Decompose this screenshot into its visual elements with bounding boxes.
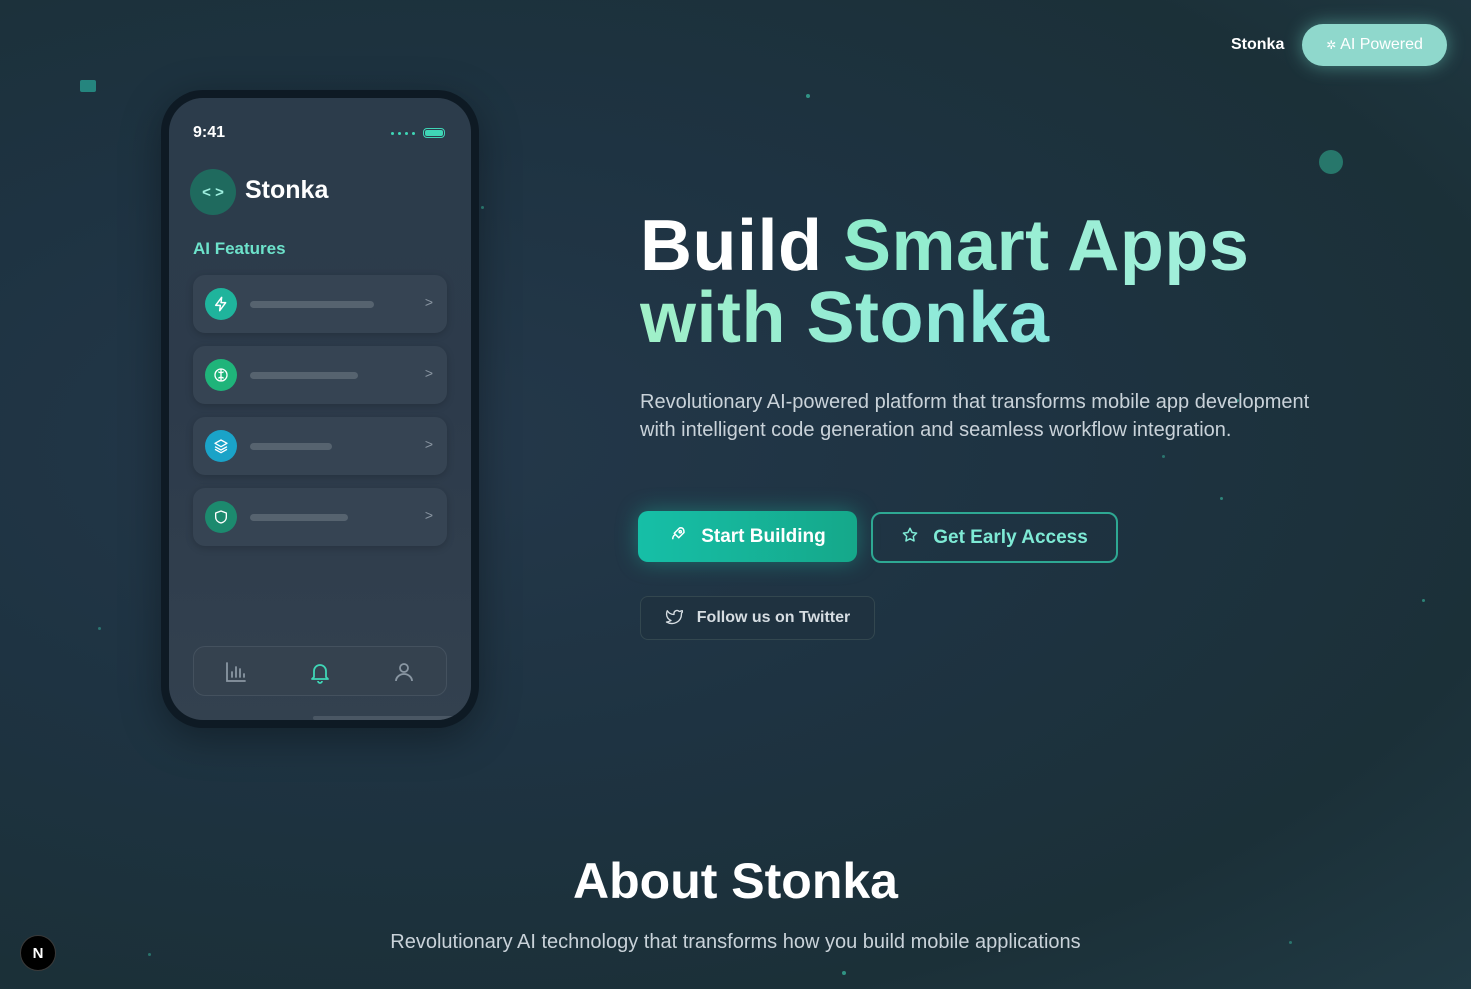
nav-brand[interactable]: Stonka — [1231, 36, 1284, 54]
hero-title: Build Smart Apps with Stonka — [640, 210, 1249, 354]
bg-particle — [481, 206, 484, 209]
zap-icon — [205, 288, 237, 320]
feature-item[interactable]: > — [193, 275, 447, 333]
chevron-right-icon: > — [424, 507, 433, 523]
user-icon[interactable] — [392, 660, 416, 689]
bg-particle — [1319, 150, 1343, 174]
phone-mockup: 9:41 < > Stonka AI Features > > > > — [161, 90, 479, 728]
app-name: Stonka — [245, 176, 329, 204]
home-indicator — [313, 716, 455, 720]
feature-item[interactable]: > — [193, 346, 447, 404]
phone-bottom-nav — [193, 646, 447, 696]
start-building-label: Start Building — [701, 525, 826, 547]
feature-placeholder-bar — [250, 443, 332, 450]
chevron-right-icon: > — [424, 436, 433, 452]
bg-particle — [1162, 455, 1165, 458]
bg-particle — [1422, 599, 1425, 602]
chevron-right-icon: > — [424, 294, 433, 310]
feature-placeholder-bar — [250, 301, 374, 308]
follow-twitter-label: Follow us on Twitter — [696, 609, 851, 626]
chevron-right-icon: > — [424, 365, 433, 381]
battery-icon — [423, 128, 445, 138]
star-icon — [901, 526, 919, 550]
chart-icon[interactable] — [224, 660, 248, 689]
globe-icon — [205, 359, 237, 391]
hero-title-word-1: Build — [640, 206, 823, 286]
ai-powered-label: AI Powered — [1340, 36, 1423, 53]
ai-powered-badge[interactable]: ✲ AI Powered — [1302, 24, 1447, 66]
feature-item[interactable]: > — [193, 417, 447, 475]
twitter-icon — [665, 607, 684, 630]
bg-particle — [1220, 497, 1223, 500]
shield-icon — [205, 501, 237, 533]
bg-particle — [806, 94, 810, 98]
sparkle-icon: ✲ — [1326, 38, 1337, 52]
feature-item[interactable]: > — [193, 488, 447, 546]
signal-icon — [391, 132, 415, 135]
layers-icon — [205, 430, 237, 462]
get-early-access-button[interactable]: Get Early Access — [871, 512, 1118, 563]
features-title: AI Features — [193, 239, 286, 258]
bg-particle — [80, 80, 96, 92]
bg-particle — [98, 627, 101, 630]
hero-description: Revolutionary AI-powered platform that t… — [640, 391, 1310, 441]
phone-screen: 9:41 < > Stonka AI Features > > > > — [169, 98, 471, 720]
about-subtitle: Revolutionary AI technology that transfo… — [390, 931, 1081, 953]
hero-title-word-2: Smart Apps — [842, 206, 1250, 286]
follow-twitter-button[interactable]: Follow us on Twitter — [640, 596, 875, 640]
about-title: About Stonka — [573, 853, 898, 909]
feature-placeholder-bar — [250, 372, 358, 379]
start-building-button[interactable]: Start Building — [638, 511, 857, 562]
get-early-access-label: Get Early Access — [933, 526, 1088, 548]
status-time: 9:41 — [193, 124, 226, 141]
code-icon: < > — [190, 169, 236, 215]
rocket-icon — [669, 525, 687, 549]
bg-particle — [842, 971, 846, 975]
feature-placeholder-bar — [250, 514, 348, 521]
bell-icon[interactable] — [308, 660, 332, 689]
hero-title-line-2: with Stonka — [640, 278, 1050, 358]
framework-badge[interactable]: N — [20, 935, 56, 971]
